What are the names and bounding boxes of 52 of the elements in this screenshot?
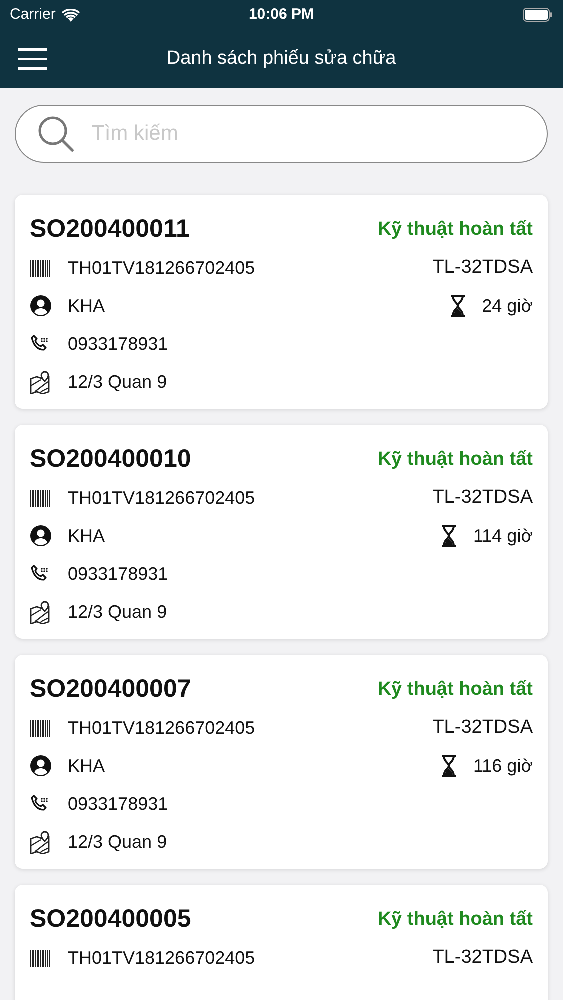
phone-number: 0933178931 <box>68 792 168 816</box>
wifi-icon <box>62 8 80 22</box>
barcode-icon <box>30 950 52 966</box>
order-code: SO200400011 <box>30 214 190 246</box>
order-code: SO200400007 <box>30 674 192 706</box>
search-icon <box>37 115 75 153</box>
order-status: Kỹ thuật hoàn tất <box>378 218 533 242</box>
customer-name: KHA <box>68 524 106 548</box>
person-icon <box>30 755 52 777</box>
phone-number: 0933178931 <box>68 562 168 586</box>
person-icon <box>30 295 52 317</box>
order-status: Kỹ thuật hoàn tất <box>378 448 533 472</box>
address-text: 12/3 Quan 9 <box>68 600 168 624</box>
order-code: SO200400005 <box>30 904 192 936</box>
phone-icon <box>30 334 50 354</box>
model-code: TL-32TDSA <box>432 486 533 510</box>
order-status: Kỹ thuật hoàn tất <box>378 678 533 702</box>
barcode-icon <box>30 720 52 736</box>
customer-name: KHA <box>68 754 106 778</box>
address-text: 12/3 Quan 9 <box>68 830 168 854</box>
page-title: Danh sách phiếu sửa chữa <box>166 46 398 71</box>
duration-text: 114 giờ <box>473 524 533 548</box>
clock-time: 10:06 PM <box>248 4 314 25</box>
order-card[interactable]: SO200400005 Kỹ thuật hoàn tất TH01TV181266702405 TL-32TDSA <box>15 885 548 1000</box>
barcode-icon <box>30 490 52 506</box>
serial-number: TH01TV181266702405 <box>68 946 256 970</box>
order-code: SO200400010 <box>30 444 192 476</box>
phone-number: 0933178931 <box>68 332 168 356</box>
order-status: Kỹ thuật hoàn tất <box>378 908 533 932</box>
hourglass-icon <box>450 295 466 317</box>
phone-icon <box>30 794 50 814</box>
address-text: 12/3 Quan 9 <box>68 370 168 394</box>
serial-number: TH01TV181266702405 <box>68 716 256 740</box>
hourglass-icon <box>441 755 458 777</box>
model-code: TL-32TDSA <box>432 256 533 280</box>
menu-button[interactable] <box>18 46 47 72</box>
order-card[interactable]: SO200400011 Kỹ thuật hoàn tất TH01TV181266702405 TL-32TDSA KHA 24 giờ 0933178931 12/3 Quan 9 <box>15 195 548 409</box>
order-card[interactable]: SO200400010 Kỹ thuật hoàn tất TH01TV181266702405 TL-32TDSA KHA 114 giờ 0933178931 12/3 Quan 9 <box>15 425 548 639</box>
person-icon <box>30 525 52 547</box>
barcode-icon <box>30 260 52 276</box>
model-code: TL-32TDSA <box>432 716 533 740</box>
serial-number: TH01TV181266702405 <box>68 486 256 510</box>
carrier-text: Carrier <box>10 4 56 25</box>
phone-icon <box>30 564 50 584</box>
duration-text: 116 giờ <box>473 754 533 778</box>
order-card[interactable]: SO200400007 Kỹ thuật hoàn tất TH01TV181266702405 TL-32TDSA KHA 116 giờ 0933178931 12/3 Quan 9 <box>15 655 548 869</box>
model-code: TL-32TDSA <box>432 946 533 970</box>
duration-text: 24 giờ <box>482 294 533 318</box>
hourglass-icon <box>441 525 458 547</box>
battery-icon <box>522 8 553 22</box>
serial-number: TH01TV181266702405 <box>68 256 256 280</box>
customer-name: KHA <box>68 294 106 318</box>
